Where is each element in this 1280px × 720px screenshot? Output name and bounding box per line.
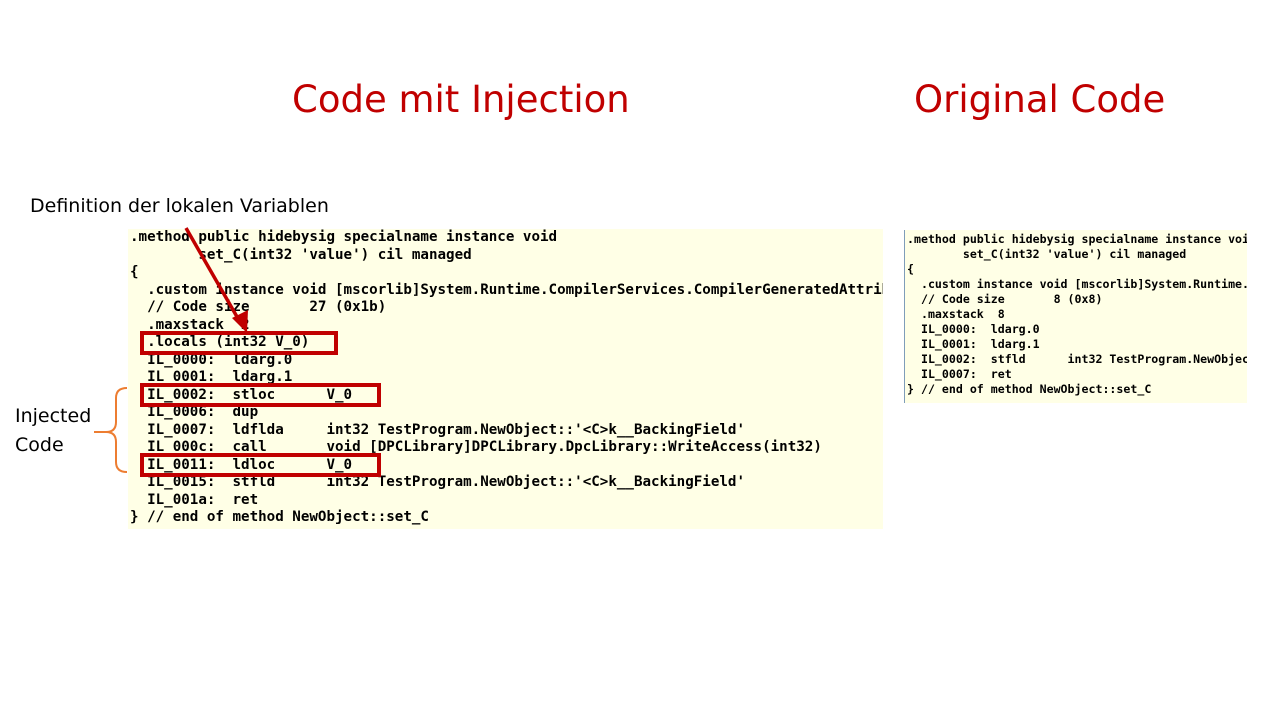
annotation-overlay	[94, 227, 248, 473]
injected-code-brace	[94, 387, 128, 473]
definition-arrow	[184, 227, 242, 323]
